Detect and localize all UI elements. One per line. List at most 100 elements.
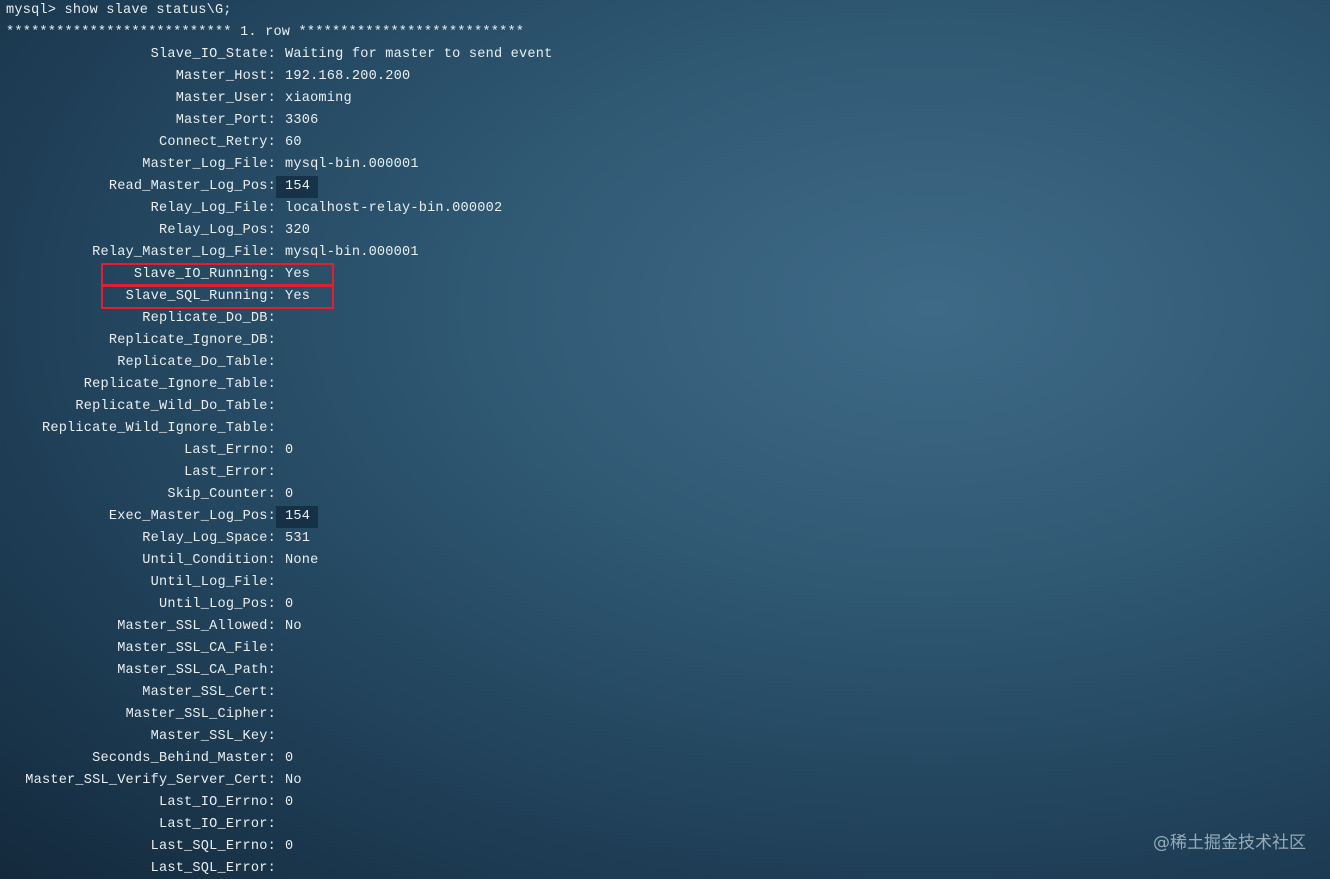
row-header-line: *************************** 1. row *****…: [6, 25, 525, 40]
status-row: Relay_Log_File: localhost-relay-bin.00000…: [0, 198, 502, 220]
status-row: Master_SSL_Verify_Server_Cert: No: [0, 770, 302, 792]
status-row: Replicate_Do_Table:: [0, 352, 285, 374]
status-field-value: None: [285, 553, 319, 568]
status-field-value: mysql-bin.000001: [285, 157, 419, 172]
status-field-name: Replicate_Do_Table:: [117, 355, 276, 370]
status-row: Skip_Counter: 0: [0, 484, 293, 506]
status-field-value: xiaoming: [285, 91, 352, 106]
status-field-name: Last_SQL_Error:: [150, 861, 276, 876]
status-field-value: 60: [285, 135, 302, 150]
status-field-name: Replicate_Do_DB:: [142, 311, 276, 326]
status-field-name: Seconds_Behind_Master:: [92, 751, 276, 766]
status-field-name: Until_Condition:: [142, 553, 276, 568]
status-field-name: Master_SSL_Cert:: [142, 685, 276, 700]
status-field-value: 0: [285, 597, 294, 612]
status-row: Until_Condition: None: [0, 550, 318, 572]
status-field-value: [276, 418, 285, 440]
status-row: Master_User: xiaoming: [0, 88, 352, 110]
status-row: Until_Log_Pos: 0: [0, 594, 293, 616]
status-field-name: Master_SSL_Key:: [150, 729, 276, 744]
status-field-name: Master_Host:: [175, 69, 276, 84]
status-field-name: Relay_Log_File:: [150, 201, 276, 216]
status-field-name: Master_User:: [175, 91, 276, 106]
status-field-name: Read_Master_Log_Pos:: [108, 179, 276, 194]
status-row: Connect_Retry: 60: [0, 132, 302, 154]
status-field-name: Until_Log_File:: [150, 575, 276, 590]
status-field-value: Waiting for master to send event: [285, 47, 553, 62]
status-field-name: Master_SSL_CA_Path:: [117, 663, 276, 678]
status-field-name: Master_SSL_Cipher:: [125, 707, 276, 722]
status-field-value: [276, 308, 285, 330]
status-field-value: [276, 704, 285, 726]
status-row: Master_SSL_CA_Path:: [0, 660, 285, 682]
status-field-name: Relay_Log_Pos:: [158, 223, 276, 238]
status-row: Relay_Master_Log_File: mysql-bin.000001: [0, 242, 419, 264]
status-field-name: Last_Error:: [184, 465, 276, 480]
status-row: Last_Errno: 0: [0, 440, 293, 462]
status-row: Last_SQL_Errno: 0: [0, 836, 294, 858]
status-field-value: localhost-relay-bin.000002: [285, 201, 503, 216]
status-field-name: Replicate_Wild_Do_Table:: [75, 399, 276, 414]
status-field-name: Last_SQL_Errno:: [150, 839, 276, 854]
status-field-name: Relay_Log_Space:: [142, 531, 276, 546]
status-row: Last_SQL_Error:: [0, 858, 285, 879]
status-field-name: Master_SSL_CA_File:: [117, 641, 276, 656]
status-field-value: [276, 330, 285, 352]
status-field-name: Replicate_Ignore_DB:: [108, 333, 276, 348]
status-field-name: Last_IO_Errno:: [158, 795, 276, 810]
status-row: Relay_Log_Pos: 320: [0, 220, 310, 242]
status-field-value: [276, 660, 285, 682]
status-field-value: 320: [285, 223, 311, 238]
status-row: Master_Port: 3306: [0, 110, 319, 132]
status-field-name: Skip_Counter:: [167, 487, 276, 502]
status-row: Relay_Log_Space: 531: [0, 528, 310, 550]
status-row: Master_Log_File: mysql-bin.000001: [0, 154, 419, 176]
status-field-value: [276, 352, 285, 374]
status-field-value: mysql-bin.000001: [285, 245, 419, 260]
status-field-value: [276, 572, 285, 594]
status-field-value: 0: [285, 443, 294, 458]
status-row: Master_SSL_Cipher:: [0, 704, 285, 726]
status-field-value: 154: [276, 506, 319, 528]
status-row: Until_Log_File:: [0, 572, 285, 594]
status-row: Seconds_Behind_Master: 0: [0, 748, 293, 770]
status-row: Replicate_Wild_Ignore_Table:: [0, 418, 285, 440]
status-field-value: [276, 814, 285, 836]
watermark-text: @稀土掘金技术社区: [1153, 833, 1306, 853]
status-field-value: No: [285, 773, 302, 788]
status-row: Replicate_Ignore_Table:: [0, 374, 285, 396]
status-field-value: 3306: [285, 113, 319, 128]
status-field-name: Relay_Master_Log_File:: [92, 245, 276, 260]
status-field-value: 0: [285, 487, 294, 502]
status-row: Replicate_Do_DB:: [0, 308, 285, 330]
status-row: Last_IO_Error:: [0, 814, 285, 836]
status-field-name: Connect_Retry:: [158, 135, 276, 150]
command-prompt-line: mysql> show slave status\G;: [6, 3, 232, 18]
status-row: Master_Host: 192.168.200.200: [0, 66, 410, 88]
status-field-value: [276, 396, 285, 418]
status-row: Master_SSL_CA_File:: [0, 638, 285, 660]
status-field-name: Master_SSL_Verify_Server_Cert:: [25, 773, 276, 788]
status-field-value: 0: [285, 751, 294, 766]
status-row: Last_Error:: [0, 462, 285, 484]
status-row: Read_Master_Log_Pos: 154: [0, 176, 319, 198]
status-row: Master_SSL_Key:: [0, 726, 285, 748]
status-field-name: Slave_IO_State:: [150, 47, 276, 62]
status-row: Slave_IO_State: Waiting for master to sen…: [0, 44, 553, 66]
status-field-value: [276, 462, 285, 484]
highlight-box-sql-running: [101, 285, 334, 309]
status-row: Master_SSL_Cert:: [0, 682, 285, 704]
status-row: Replicate_Wild_Do_Table:: [0, 396, 285, 418]
status-field-value: 154: [276, 176, 319, 198]
status-field-name: Exec_Master_Log_Pos:: [108, 509, 276, 524]
status-field-value: 531: [285, 531, 311, 546]
status-field-name: Until_Log_Pos:: [158, 597, 276, 612]
status-field-name: Replicate_Wild_Ignore_Table:: [41, 421, 276, 436]
status-field-name: Replicate_Ignore_Table:: [83, 377, 276, 392]
terminal-window[interactable]: mysql> show slave status\G; ************…: [0, 0, 1330, 879]
status-field-value: 192.168.200.200: [285, 69, 411, 84]
status-field-value: [276, 726, 285, 748]
status-field-value: 0: [285, 795, 294, 810]
status-field-name: Master_SSL_Allowed:: [117, 619, 276, 634]
status-field-name: Master_Log_File:: [142, 157, 276, 172]
